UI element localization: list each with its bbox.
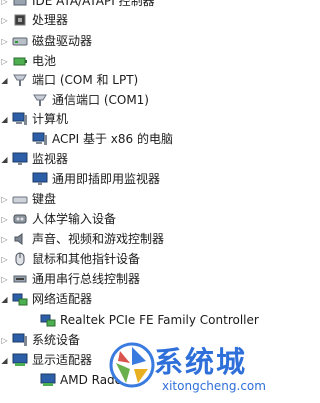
mouse-icon (12, 251, 28, 267)
tree-item-label: 鼠标和其他指针设备 (32, 252, 141, 266)
port-icon (12, 72, 28, 88)
tree-item-label: IDE ATA/ATAPI 控制器 (32, 0, 155, 8)
computer-icon (32, 131, 48, 147)
tree-item-label: 端口 (COM 和 LPT) (32, 73, 139, 87)
collapse-arrow-icon[interactable]: ◢ (0, 71, 9, 89)
collapse-arrow-icon[interactable]: ◢ (0, 351, 9, 369)
expand-arrow-icon[interactable]: ▷ (0, 52, 9, 70)
tree-item-battery[interactable]: ▷ 电池 (0, 52, 56, 70)
tree-item-realtek[interactable]: Realtek PCIe FE Family Controller (40, 311, 259, 329)
tree-item-disk-drive[interactable]: ▷ 磁盘驱动器 (0, 32, 92, 50)
ide-controller-icon (12, 0, 28, 9)
tree-item-keyboards[interactable]: ▷ 键盘 (0, 190, 56, 208)
expand-arrow-icon[interactable]: ▷ (0, 250, 9, 268)
tree-item-ports[interactable]: ◢ 端口 (COM 和 LPT) (0, 71, 138, 89)
watermark-brand: 系统城 (154, 345, 248, 379)
port-icon (32, 92, 48, 108)
tree-item-label: 通用即插即用监视器 (52, 172, 161, 186)
speaker-icon (12, 231, 28, 247)
expand-arrow-icon[interactable]: ▷ (0, 331, 9, 349)
tree-item-system-devices[interactable]: ▷ 系统设备 (0, 331, 80, 349)
tree-item-computer[interactable]: ◢ 计算机 (0, 110, 68, 128)
tree-item-label: ACPI 基于 x86 的电脑 (52, 132, 173, 146)
collapse-arrow-icon[interactable]: ◢ (0, 290, 9, 308)
tree-item-processor[interactable]: ▷ 处理器 (0, 11, 68, 29)
hid-icon (12, 211, 28, 227)
tree-item-acpi-pc[interactable]: ACPI 基于 x86 的电脑 (32, 130, 173, 148)
computer-icon (12, 111, 28, 127)
tree-item-pnp-monitor[interactable]: 通用即插即用监视器 (32, 170, 160, 188)
collapse-arrow-icon[interactable]: ◢ (0, 150, 9, 168)
watermark: 系统城 xitongcheng.com (106, 333, 266, 403)
tree-item-label: 监视器 (32, 152, 69, 166)
system-device-icon (12, 332, 28, 348)
tree-item-network[interactable]: ◢ 网络适配器 (0, 290, 92, 308)
tree-item-label: 网络适配器 (32, 292, 93, 306)
expand-arrow-icon[interactable]: ▷ (0, 0, 9, 10)
tree-item-usb[interactable]: ▷ 通用串行总线控制器 (0, 270, 140, 288)
display-adapter-icon (12, 352, 28, 368)
tree-item-label: 处理器 (32, 13, 69, 27)
tree-item-label: 人体学输入设备 (32, 212, 117, 226)
network-icon (40, 312, 56, 328)
tree-item-monitors[interactable]: ◢ 监视器 (0, 150, 68, 168)
tree-item-label: Realtek PCIe FE Family Controller (60, 313, 259, 327)
tree-item-display-adapters[interactable]: ◢ 显示适配器 (0, 351, 92, 369)
tree-item-sound[interactable]: ▷ 声音、视频和游戏控制器 (0, 230, 164, 248)
processor-icon (12, 12, 28, 28)
usb-icon (12, 271, 28, 287)
tree-item-label: 通用串行总线控制器 (32, 272, 141, 286)
watermark-url: xitongcheng.com (162, 379, 266, 393)
expand-arrow-icon[interactable]: ▷ (0, 11, 9, 29)
tree-item-com1[interactable]: 通信端口 (COM1) (32, 91, 149, 109)
expand-arrow-icon[interactable]: ▷ (0, 210, 9, 228)
tree-item-hid[interactable]: ▷ 人体学输入设备 (0, 210, 116, 228)
tree-item-label: 计算机 (32, 112, 69, 126)
collapse-arrow-icon[interactable]: ◢ (0, 110, 9, 128)
expand-arrow-icon[interactable]: ▷ (0, 230, 9, 248)
display-adapter-icon (40, 372, 56, 388)
network-icon (12, 291, 28, 307)
watermark-logo-icon (109, 342, 155, 388)
keyboard-icon (12, 191, 28, 207)
monitor-icon (12, 151, 28, 167)
disk-drive-icon (12, 33, 28, 49)
expand-arrow-icon[interactable]: ▷ (0, 190, 9, 208)
expand-arrow-icon[interactable]: ▷ (0, 32, 9, 50)
tree-item-label: 通信端口 (COM1) (52, 93, 149, 107)
tree-item-label: 系统设备 (32, 333, 81, 347)
monitor-icon (32, 171, 48, 187)
tree-item-label: 显示适配器 (32, 353, 93, 367)
tree-item-ide-controller[interactable]: ▷ IDE ATA/ATAPI 控制器 (0, 0, 155, 10)
tree-item-label: 键盘 (32, 192, 57, 206)
tree-item-label: 磁盘驱动器 (32, 34, 93, 48)
tree-item-label: 电池 (32, 54, 57, 68)
tree-item-mice[interactable]: ▷ 鼠标和其他指针设备 (0, 250, 140, 268)
tree-item-label: 声音、视频和游戏控制器 (32, 232, 165, 246)
expand-arrow-icon[interactable]: ▷ (0, 270, 9, 288)
battery-icon (12, 53, 28, 69)
